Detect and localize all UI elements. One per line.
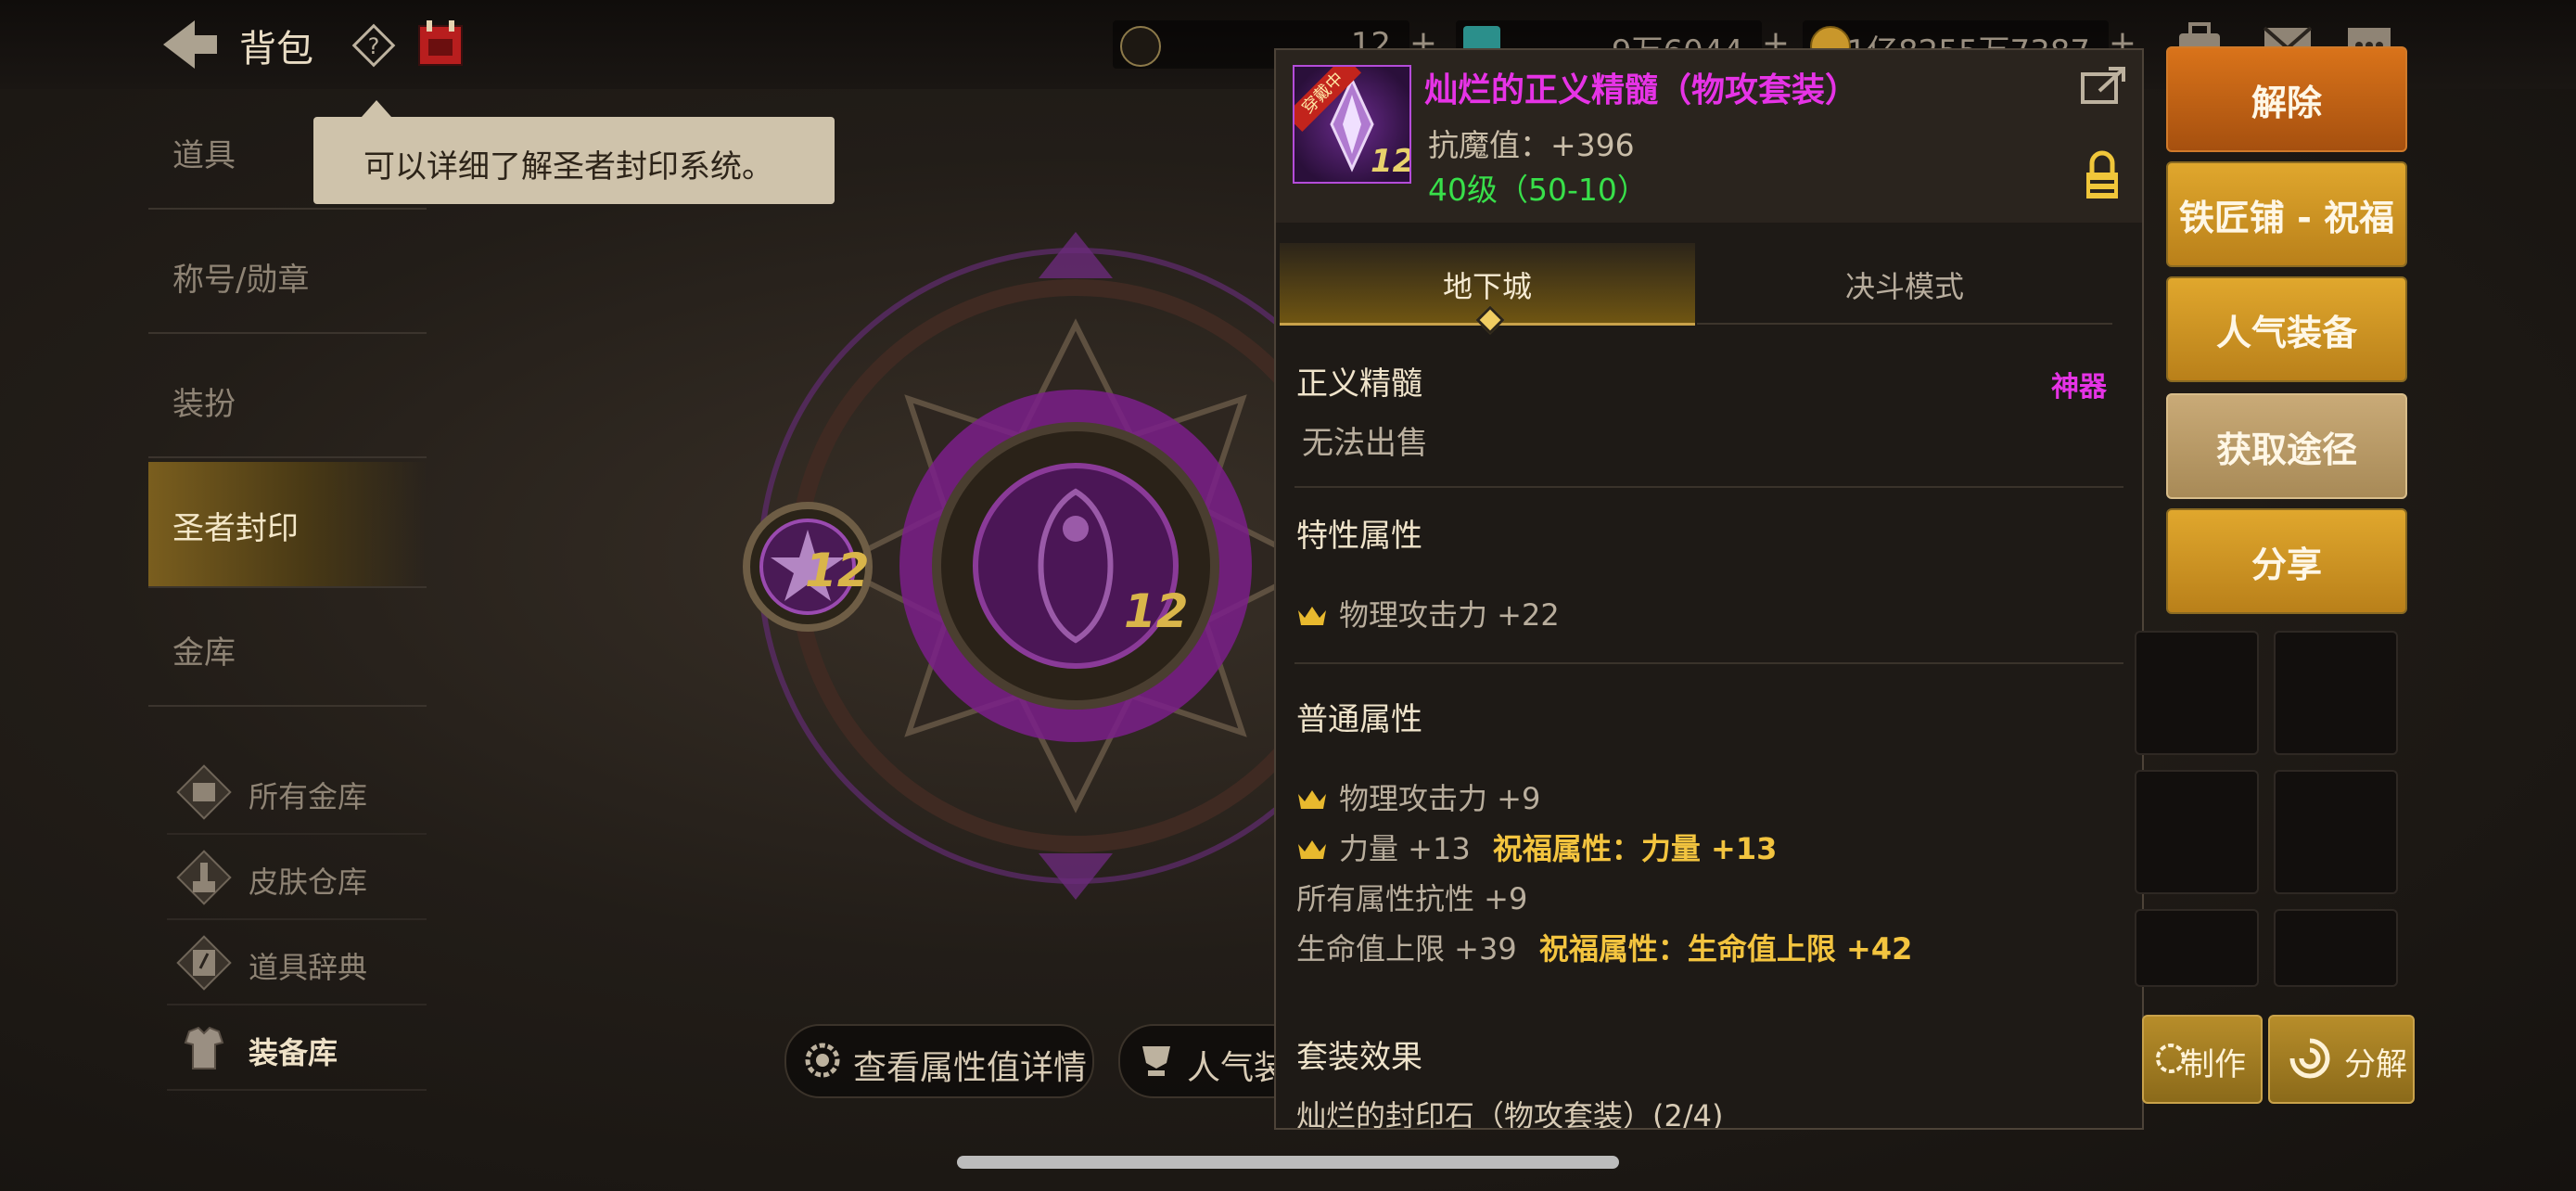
item-thumb-level: 12	[1371, 143, 1411, 180]
item-category: 正义精髓	[1296, 365, 1422, 403]
tab-duel-mode[interactable]: 决斗模式	[1697, 243, 2112, 325]
inventory-slot[interactable]	[2274, 770, 2398, 894]
sub-item-equipment-storage[interactable]: 装备库	[167, 1011, 427, 1091]
nav-item-titles-medals[interactable]: 称号/勋章	[148, 217, 427, 334]
inventory-slot[interactable]	[2135, 909, 2259, 987]
item-level: 40级（50-10）	[1428, 172, 1648, 208]
external-share-icon[interactable]	[2079, 65, 2127, 106]
seal-small-level: 12	[805, 544, 870, 597]
special-attribute-line: 物理攻击力 +22	[1296, 592, 1560, 634]
sub-item-skin-storage[interactable]: 皮肤仓库	[167, 840, 427, 920]
disassemble-button[interactable]: 分解	[2268, 1015, 2415, 1104]
holy-seal-tooltip: 可以详细了解圣者封印系统。	[313, 100, 835, 204]
nav-item-costume[interactable]: 装扮	[148, 341, 427, 458]
craft-button[interactable]: 制作	[2142, 1015, 2263, 1104]
rarity-tag: 神器	[2051, 371, 2107, 403]
normal-attribute-line: 生命值上限 +39 祝福属性：生命值上限 +42	[1296, 931, 1913, 967]
item-name: 灿烂的正义精髓（物攻套装）	[1424, 71, 1859, 109]
crown-icon	[1298, 607, 1326, 625]
item-detail-popup: 穿戴中 12 灿烂的正义精髓（物攻套装） 抗魔值：+396 40级（50-10）…	[1274, 48, 2144, 1130]
svg-text:?: ?	[368, 33, 380, 59]
item-dictionary-icon	[176, 935, 232, 991]
lock-icon[interactable]	[2083, 150, 2122, 200]
blacksmith-blessing-button[interactable]: 铁匠铺 - 祝福	[2166, 161, 2407, 267]
trophy-icon	[1142, 1046, 1170, 1076]
normal-attribute-line: 力量 +13 祝福属性：力量 +13	[1296, 826, 1777, 868]
inventory-slot[interactable]	[2274, 909, 2398, 987]
crown-icon	[1298, 840, 1326, 859]
set-name: 灿烂的封印石（物攻套装）(2/4)	[1296, 1098, 1724, 1130]
remove-button[interactable]: 解除	[2166, 46, 2407, 152]
crown-icon	[1298, 790, 1326, 809]
share-button[interactable]: 分享	[2166, 508, 2407, 614]
swirl-disassemble-icon	[2289, 1038, 2330, 1079]
nav-item-vault[interactable]: 金库	[148, 590, 427, 707]
normal-attributes-title: 普通属性	[1296, 701, 1422, 738]
seal-big-level: 12	[1124, 584, 1189, 638]
divider	[1294, 662, 2123, 664]
equipment-armor-icon	[184, 1026, 224, 1069]
sub-item-item-dictionary[interactable]: 道具辞典	[167, 926, 427, 1005]
item-magic-resist: 抗魔值：+396	[1428, 127, 1635, 163]
normal-attribute-line: 物理攻击力 +9	[1296, 775, 1540, 818]
item-thumbnail: 穿戴中 12	[1293, 65, 1411, 184]
back-arrow-icon[interactable]	[158, 17, 223, 72]
page-title: 背包	[239, 28, 313, 70]
vault-icon	[176, 764, 232, 820]
unsellable-note: 无法出售	[1302, 425, 1428, 462]
nav-item-holy-seal[interactable]: 圣者封印	[148, 462, 427, 588]
calendar-icon[interactable]	[415, 19, 465, 69]
sub-item-all-vaults[interactable]: 所有金库	[167, 755, 427, 835]
inventory-slot[interactable]	[2274, 631, 2398, 755]
gear-stats-icon	[805, 1043, 840, 1078]
special-attributes-title: 特性属性	[1296, 518, 1422, 555]
popular-equipment-button[interactable]: 人气装备	[2166, 276, 2407, 382]
obtain-route-button[interactable]: 获取途径	[2166, 393, 2407, 499]
inventory-slot[interactable]	[2135, 770, 2259, 894]
c-coin-icon	[1120, 26, 1161, 67]
home-indicator[interactable]	[957, 1156, 1619, 1169]
normal-attribute-line: 所有属性抗性 +9	[1296, 881, 1528, 916]
inventory-slot[interactable]	[2135, 631, 2259, 755]
set-effect-title: 套装效果	[1296, 1039, 1422, 1076]
help-icon[interactable]: ?	[351, 22, 397, 69]
view-stats-button[interactable]: 查看属性值详情	[784, 1024, 1094, 1098]
skin-storage-icon	[176, 850, 232, 905]
divider	[1294, 486, 2123, 488]
